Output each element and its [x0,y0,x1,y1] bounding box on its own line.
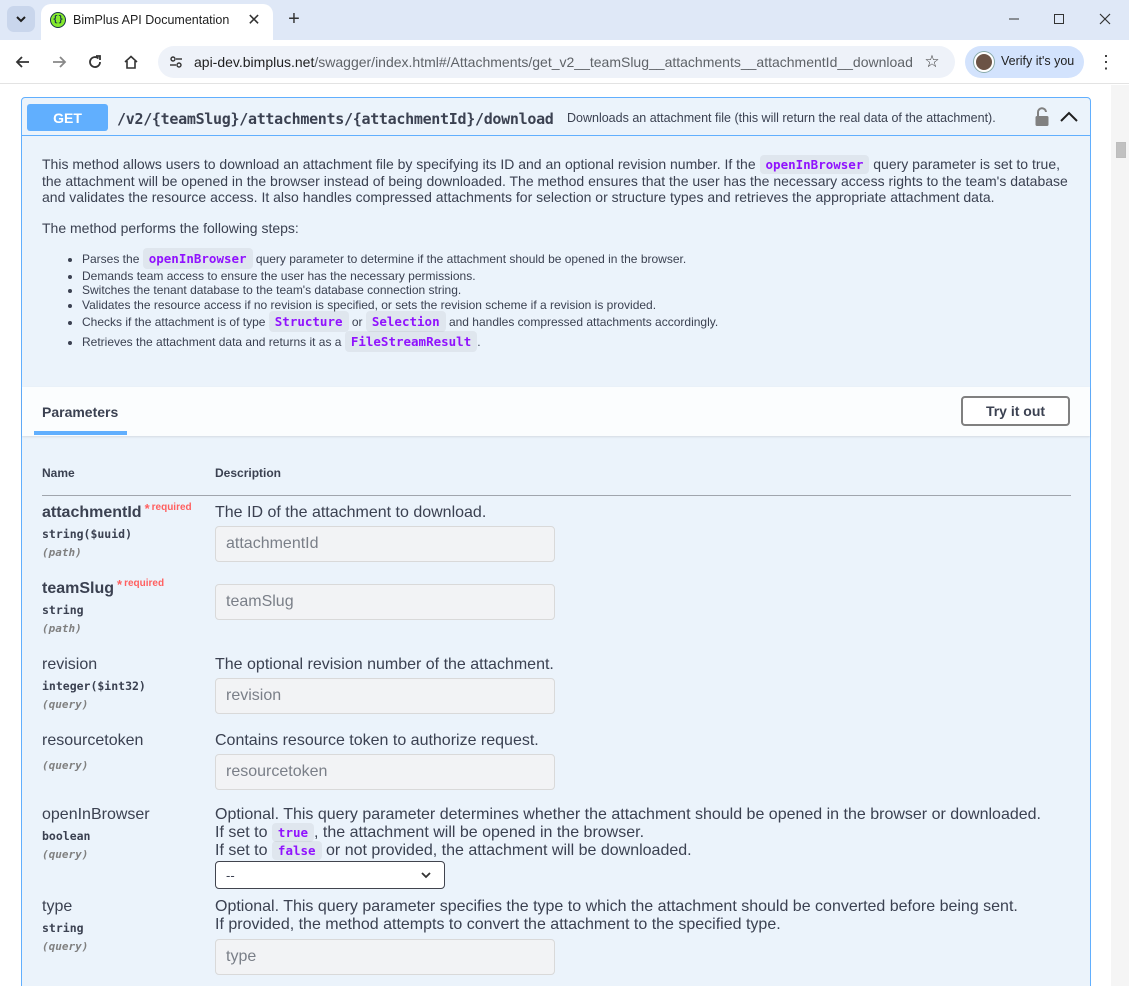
tab-title: BimPlus API Documentation [73,13,230,27]
list-item: Parses the openInBrowser query parameter… [82,247,1072,269]
param-name: revision [42,656,98,673]
operation-summary[interactable]: GET /v2/{teamSlug}/attachments/{attachme… [22,98,1090,136]
select-value: -- [226,868,235,883]
new-tab-button[interactable]: + [283,8,305,30]
scrollbar-thumb[interactable] [1116,142,1126,158]
bookmark-star-icon[interactable]: ☆ [921,51,943,73]
parameters-table-header: Name Description [42,466,1071,496]
param-description: The ID of the attachment to download. [215,504,487,521]
code-true: true [271,823,315,842]
chevron-down-icon [421,872,431,879]
param-description: Optional. This query parameter determine… [215,806,1041,860]
required-marker: * required [144,501,192,516]
window-close-icon[interactable] [1092,8,1118,30]
param-type: integer($int32) [42,679,146,693]
maximize-icon[interactable] [1046,8,1072,30]
param-type: string [42,603,84,617]
browser-tab[interactable]: {} BimPlus API Documentation ✕ [41,4,273,40]
list-item: Validates the resource access if no revi… [82,298,1072,313]
http-method-badge: GET [27,104,108,131]
param-description: Optional. This query parameter specifies… [215,898,1018,933]
back-arrow-icon[interactable] [11,50,35,74]
steps-intro: The method performs the following steps: [42,219,299,236]
verify-profile-button[interactable]: Verify it's you [965,46,1084,78]
code-false: false [271,841,322,860]
attachmentid-input[interactable] [215,526,555,562]
site-settings-icon[interactable] [166,52,186,72]
address-bar[interactable]: api-dev.bimplus.net/swagger/index.html#/… [158,46,955,78]
close-icon[interactable]: ✕ [244,10,264,30]
param-name: type [42,898,73,915]
revision-input[interactable] [215,678,555,714]
intro-paragraph: This method allows users to download an … [42,155,1068,205]
param-name: attachmentId * required [42,501,192,521]
column-header-description: Description [215,466,282,480]
active-tab-indicator [34,431,127,435]
param-location: (query) [42,848,89,861]
operation-description: This method allows users to download an … [42,155,1072,352]
try-it-out-button[interactable]: Try it out [961,396,1070,426]
tab-strip: {} BimPlus API Documentation ✕ + [0,0,1129,40]
url-text: api-dev.bimplus.net/swagger/index.html#/… [194,54,913,70]
minimize-icon[interactable] [1001,8,1027,30]
param-location: (query) [42,940,89,953]
parameters-header: Parameters Try it out [22,387,1090,436]
param-name: openInBrowser [42,806,150,823]
param-location: (query) [42,759,89,772]
more-menu-icon[interactable]: ⋮ [1094,50,1118,74]
tab-search-button[interactable] [7,6,35,32]
scrollbar[interactable] [1111,85,1129,986]
swagger-icon: {} [50,12,66,28]
home-icon[interactable] [119,50,143,74]
verify-label: Verify it's you [1001,54,1075,68]
param-location: (path) [42,546,82,559]
required-marker: * required [117,577,165,592]
param-type: string [42,921,84,935]
teamslug-input[interactable] [215,584,555,620]
param-description: The optional revision number of the atta… [215,656,554,673]
column-header-name: Name [42,466,75,480]
operation-summary-text: Downloads an attachment file (this will … [567,111,996,125]
list-item: Demands team access to ensure the user h… [82,269,1072,284]
param-type: boolean [42,829,91,843]
param-location: (query) [42,698,89,711]
page-viewport: GET /v2/{teamSlug}/attachments/{attachme… [0,85,1129,986]
param-description: Contains resource token to authorize req… [215,732,539,749]
browser-toolbar: api-dev.bimplus.net/swagger/index.html#/… [0,40,1129,84]
chevron-up-icon[interactable] [1058,107,1080,127]
param-type: string($uuid) [42,527,133,541]
list-item: Retrieves the attachment data and return… [82,331,1072,352]
chevron-down-icon [16,16,26,23]
openinbrowser-select[interactable]: -- [215,861,445,889]
forward-arrow-icon[interactable] [47,50,71,74]
param-location: (path) [42,622,82,635]
reload-icon[interactable] [83,50,107,74]
operation-block: GET /v2/{teamSlug}/attachments/{attachme… [21,97,1091,986]
list-item: Checks if the attachment is of type Stru… [82,311,1072,332]
avatar [974,52,994,72]
steps-list: Parses the openInBrowser query parameter… [42,247,1072,352]
list-item: Switches the tenant database to the team… [82,283,1072,298]
param-name: resourcetoken [42,732,144,749]
operation-path: /v2/{teamSlug}/attachments/{attachmentId… [117,110,554,128]
param-name: teamSlug * required [42,577,165,597]
type-input[interactable] [215,939,555,975]
resourcetoken-input[interactable] [215,754,555,790]
code-openinbrowser: openInBrowser [759,155,870,174]
tab-parameters[interactable]: Parameters [42,404,118,420]
unlocked-icon[interactable] [1034,107,1050,127]
